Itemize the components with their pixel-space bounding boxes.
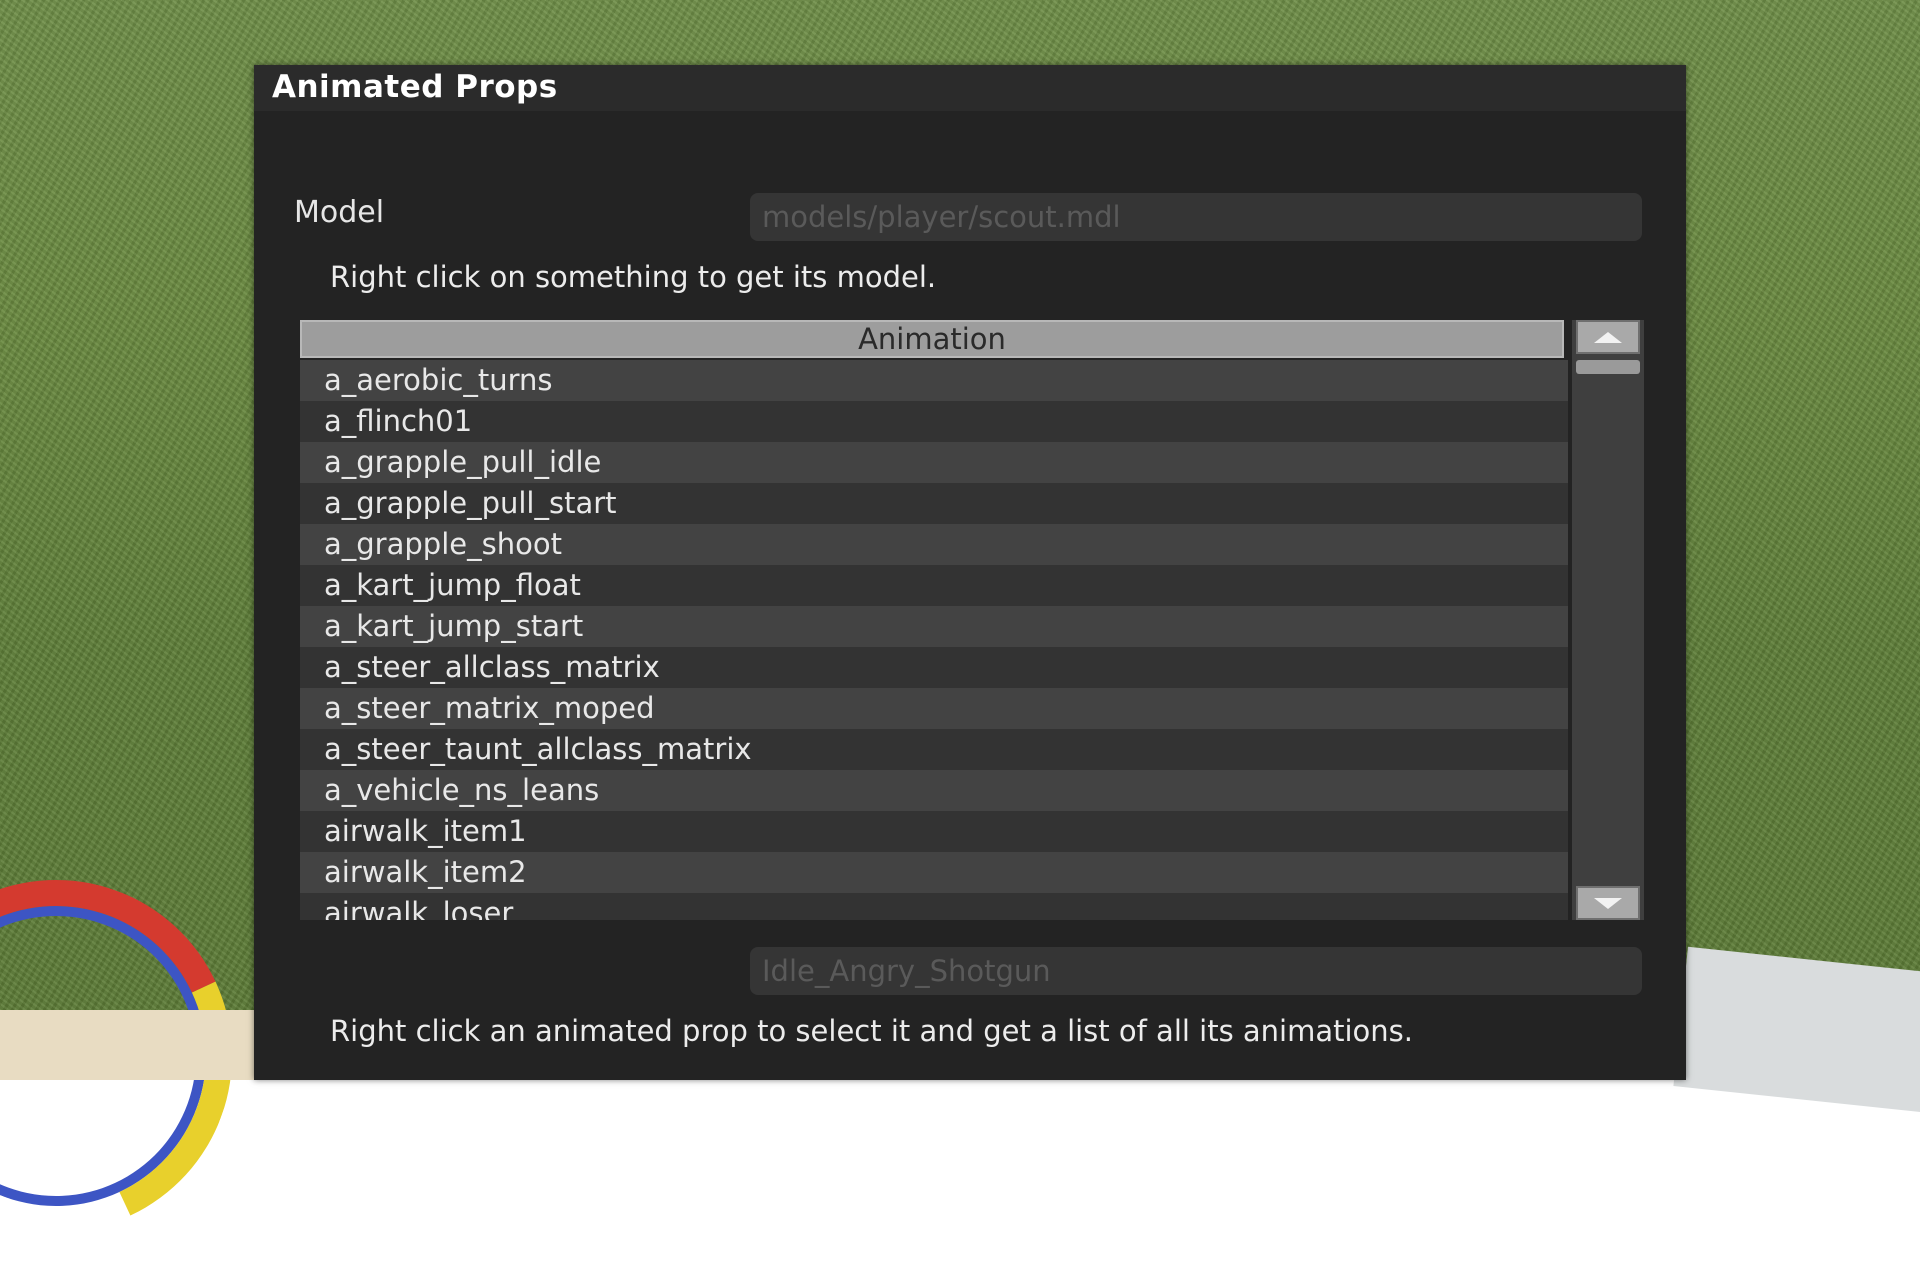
selected-animation-input[interactable] — [750, 947, 1642, 995]
scroll-up-button[interactable] — [1576, 320, 1640, 354]
animation-list-item[interactable]: a_flinch01 — [300, 401, 1568, 442]
animation-list-item[interactable]: a_grapple_shoot — [300, 524, 1568, 565]
animation-list-item[interactable]: a_steer_matrix_moped — [300, 688, 1568, 729]
model-input[interactable] — [750, 193, 1642, 241]
animation-list-item[interactable]: a_kart_jump_start — [300, 606, 1568, 647]
animated-props-panel: Animated Props Model Right click on some… — [254, 65, 1686, 1080]
animation-list-item[interactable]: a_grapple_pull_idle — [300, 442, 1568, 483]
scroll-down-button[interactable] — [1576, 886, 1640, 920]
animation-list-body: a_aerobic_turns a_flinch01 a_grapple_pul… — [300, 360, 1568, 920]
model-label: Model — [294, 195, 385, 230]
animation-list-item[interactable]: airwalk_item2 — [300, 852, 1568, 893]
animation-list-item[interactable]: a_grapple_pull_start — [300, 483, 1568, 524]
arrow-down-icon — [1594, 897, 1622, 909]
list-scrollbar[interactable] — [1572, 320, 1644, 920]
floor-prop — [0, 1010, 260, 1080]
animation-column-header[interactable]: Animation — [300, 320, 1564, 358]
animation-list: Animation a_aerobic_turns a_flinch01 a_g… — [300, 320, 1644, 988]
title-bar[interactable]: Animated Props — [254, 65, 1686, 111]
panel-title: Animated Props — [272, 69, 558, 105]
animation-list-item[interactable]: airwalk_loser — [300, 893, 1568, 920]
animation-list-item[interactable]: airwalk_item1 — [300, 811, 1568, 852]
paper-prop — [1673, 946, 1920, 1114]
animation-list-item[interactable]: a_steer_allclass_matrix — [300, 647, 1568, 688]
model-hint-text: Right click on something to get its mode… — [330, 260, 937, 294]
scroll-thumb[interactable] — [1576, 360, 1640, 374]
animation-list-item[interactable]: a_steer_taunt_allclass_matrix — [300, 729, 1568, 770]
animation-list-item[interactable]: a_aerobic_turns — [300, 360, 1568, 401]
animation-list-item[interactable]: a_kart_jump_float — [300, 565, 1568, 606]
arrow-up-icon — [1594, 331, 1622, 343]
animation-list-item[interactable]: a_vehicle_ns_leans — [300, 770, 1568, 811]
animation-hint-text: Right click an animated prop to select i… — [330, 1014, 1414, 1048]
